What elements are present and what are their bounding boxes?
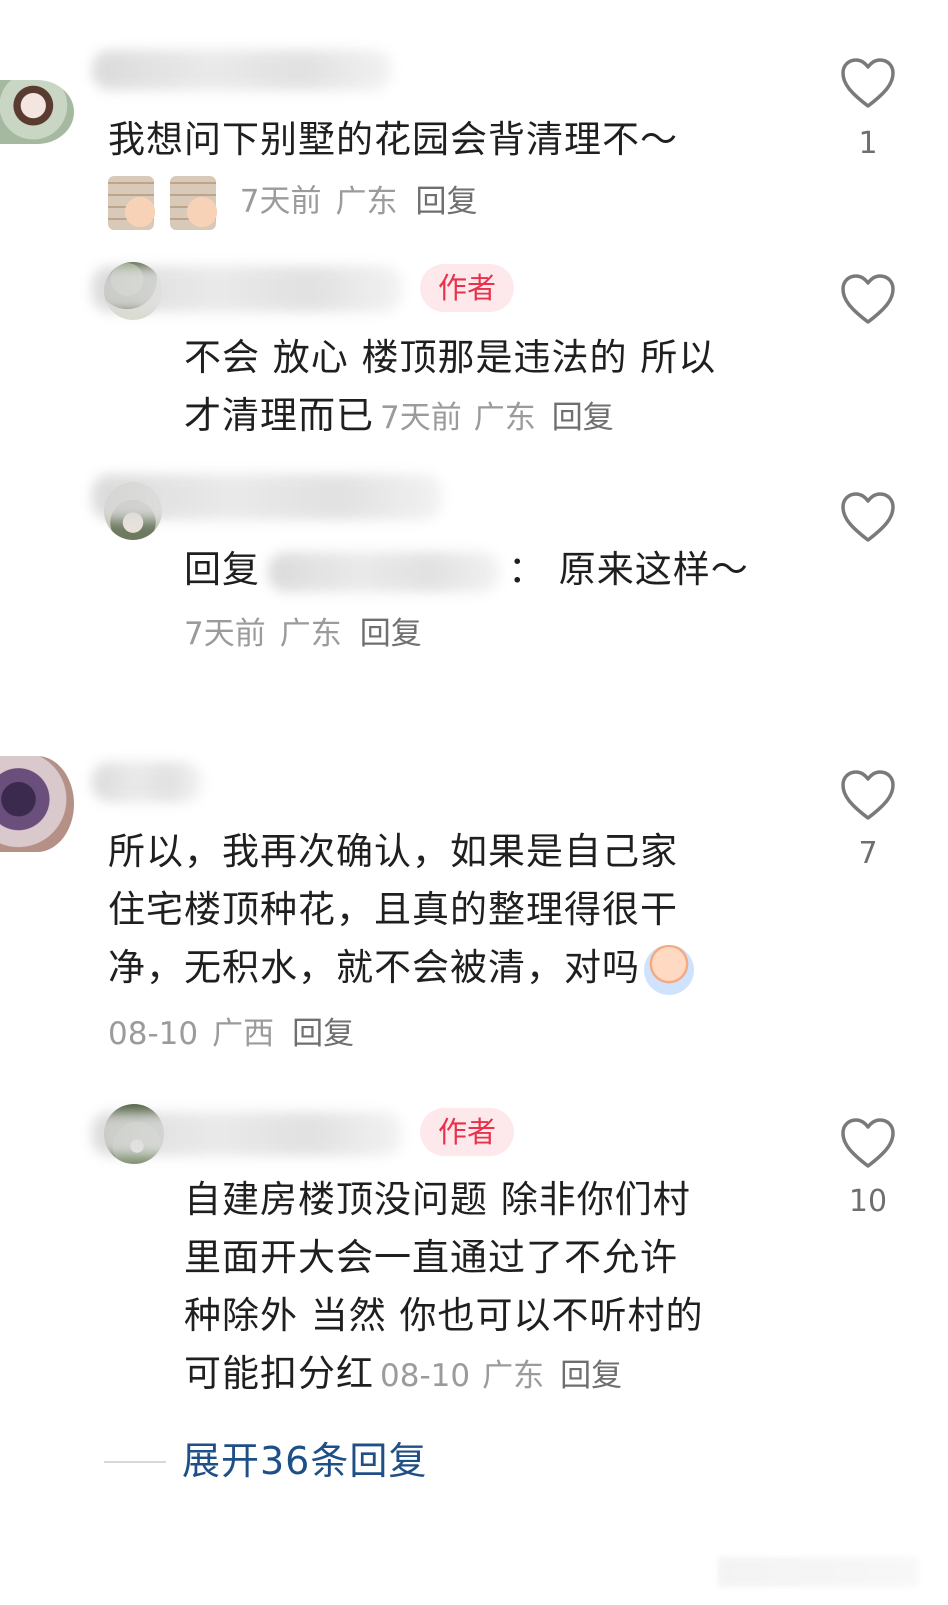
comment-text: 自建房楼顶没问题 除非你们村 bbox=[184, 1178, 691, 1221]
sticker-sneer bbox=[169, 176, 218, 230]
heart-outline-icon bbox=[841, 58, 895, 108]
heart-outline-icon bbox=[841, 770, 895, 820]
comment-time: 08-10 bbox=[380, 1358, 471, 1394]
username-blurred[interactable] bbox=[92, 266, 402, 312]
author-badge: 作者 bbox=[420, 264, 515, 312]
expand-replies-link[interactable]: 展开36条回复 bbox=[182, 1436, 427, 1486]
author-badge: 作者 bbox=[420, 1108, 515, 1156]
comment-text: 所以，我再次确认，如果是自己家 bbox=[108, 830, 678, 873]
comment-text: 可能扣分红 08-10 广东 回复 bbox=[184, 1352, 623, 1395]
comment-text: 回复 ： 原来这样～ bbox=[184, 542, 749, 598]
heart-outline-icon bbox=[841, 492, 895, 542]
reply-button[interactable]: 回复 bbox=[552, 400, 614, 436]
comment-meta: 7天前 广东 回复 bbox=[108, 176, 477, 230]
reply-button[interactable]: 回复 bbox=[292, 1016, 354, 1052]
comment-location: 广东 bbox=[335, 183, 398, 220]
comment-text: 我想问下别墅的花园会背清理不～ bbox=[108, 118, 678, 161]
reply-prefix: 回复 bbox=[184, 548, 260, 591]
comment-meta: 08-10 广东 回复 bbox=[374, 1358, 622, 1394]
reply-button[interactable]: 回复 bbox=[360, 616, 422, 652]
comment-time: 7天前 bbox=[239, 183, 322, 220]
like-button[interactable] bbox=[838, 1116, 898, 1170]
username-blurred[interactable] bbox=[92, 1112, 402, 1156]
mention-blurred[interactable] bbox=[268, 551, 500, 592]
comment-text: 才清理而已 7天前 广东 回复 bbox=[184, 394, 614, 437]
comment-meta: 08-10 广西 回复 bbox=[108, 1012, 354, 1056]
comment-meta: 7天前 广东 回复 bbox=[184, 612, 422, 656]
avatar[interactable] bbox=[0, 80, 74, 144]
comment-text: 净，无积水，就不会被清，对吗 bbox=[108, 940, 694, 996]
divider bbox=[104, 1461, 166, 1463]
comment-location: 广东 bbox=[279, 616, 342, 652]
like-count: 1 bbox=[858, 126, 878, 161]
comment-location: 广西 bbox=[212, 1016, 275, 1052]
comment-text: 住宅楼顶种花，且真的整理得很干 bbox=[108, 888, 678, 931]
username-blurred[interactable] bbox=[92, 50, 392, 90]
like-button[interactable] bbox=[838, 56, 898, 110]
reply-button[interactable]: 回复 bbox=[560, 1358, 622, 1394]
like-button[interactable] bbox=[838, 272, 898, 326]
comment-meta: 7天前 广东 回复 bbox=[374, 400, 614, 436]
comment-time: 08-10 bbox=[108, 1016, 199, 1052]
comment-time: 7天前 bbox=[184, 616, 266, 652]
comment-text: 里面开大会一直通过了不允许 bbox=[184, 1236, 678, 1279]
like-count: 10 bbox=[848, 1184, 888, 1219]
comment-text: 种除外 当然 你也可以不听村的 bbox=[184, 1294, 704, 1337]
watermark-blurred bbox=[718, 1557, 918, 1587]
comment-text: 不会 放心 楼顶那是违法的 所以 bbox=[184, 336, 717, 379]
like-button[interactable] bbox=[838, 768, 898, 822]
reply-button[interactable]: 回复 bbox=[415, 184, 477, 220]
comment-time: 7天前 bbox=[380, 400, 462, 436]
heart-outline-icon bbox=[841, 274, 895, 324]
username-blurred[interactable] bbox=[92, 762, 202, 802]
comment-location: 广东 bbox=[473, 400, 536, 436]
reply-text: ： 原来这样～ bbox=[508, 548, 749, 591]
heart-outline-icon bbox=[841, 1118, 895, 1168]
like-button[interactable] bbox=[838, 490, 898, 544]
avatar[interactable] bbox=[0, 756, 74, 852]
username-blurred[interactable] bbox=[92, 474, 442, 520]
sticker-sneer bbox=[108, 176, 156, 230]
like-count: 7 bbox=[858, 836, 878, 871]
comment-location: 广东 bbox=[482, 1358, 545, 1394]
sticker-crying bbox=[644, 944, 694, 995]
